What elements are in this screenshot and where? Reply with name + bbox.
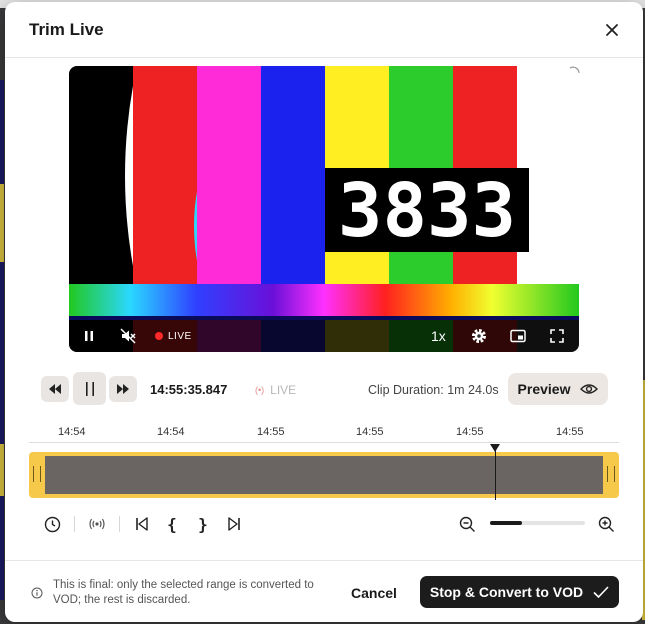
toolbar-divider — [119, 516, 120, 532]
mute-button[interactable] — [119, 320, 137, 352]
player-pause-button[interactable] — [81, 320, 97, 352]
trim-track[interactable] — [29, 444, 619, 500]
zoom-in-icon — [598, 516, 614, 532]
timeline-tick: 14:55 — [257, 426, 285, 438]
muted-speaker-icon — [120, 328, 136, 344]
video-frame: 3833 — [69, 66, 579, 352]
jump-to-start-button[interactable] — [132, 514, 152, 534]
trim-live-dialog: Trim Live 3833 LIVE 1x 14:55:35.847 (•) … — [5, 2, 643, 622]
pause-icon — [85, 331, 93, 341]
loading-spinner-icon — [569, 66, 580, 74]
jump-to-live-button[interactable] — [87, 514, 107, 534]
history-button[interactable] — [42, 514, 62, 534]
timeline-tick: 14:55 — [356, 426, 384, 438]
rewind-button[interactable] — [41, 376, 69, 402]
play-pause-button[interactable] — [73, 372, 106, 405]
stop-and-convert-label: Stop & Convert to VOD — [429, 584, 584, 600]
rewind-icon — [49, 384, 61, 394]
video-player[interactable]: 3833 LIVE 1x — [69, 66, 579, 352]
clock-icon — [44, 516, 60, 532]
selected-range[interactable] — [45, 456, 603, 494]
timeline-tick: 14:54 — [58, 426, 86, 438]
player-control-bar: LIVE 1x — [69, 320, 579, 352]
playback-speed-button[interactable]: 1x — [431, 320, 446, 352]
zoom-slider-fill — [490, 521, 523, 525]
gear-icon — [472, 329, 486, 343]
playhead[interactable] — [490, 444, 500, 500]
backdrop-edge-left — [0, 80, 4, 600]
svg-text:3833: 3833 — [338, 168, 516, 254]
timeline-tick: 14:55 — [556, 426, 584, 438]
dialog-header: Trim Live — [5, 2, 643, 58]
live-signal-icon: (•) — [255, 385, 265, 395]
broadcast-icon — [89, 518, 105, 530]
fast-forward-button[interactable] — [109, 376, 137, 402]
skip-to-end-icon — [228, 517, 240, 531]
set-out-point-button[interactable]: } — [193, 514, 213, 534]
toolbar-divider — [74, 516, 75, 532]
clip-duration: Clip Duration: 1m 24.0s — [368, 383, 499, 397]
timeline-tick: 14:54 — [157, 426, 185, 438]
dialog-title: Trim Live — [29, 20, 104, 39]
info-icon — [31, 587, 43, 599]
eye-icon — [580, 384, 599, 394]
zoom-slider[interactable] — [490, 521, 585, 525]
clock-digits: 3833 — [338, 168, 516, 254]
checkmark-icon — [593, 586, 609, 598]
playback-speed-label: 1x — [431, 328, 446, 344]
set-in-point-button[interactable]: { — [162, 514, 182, 534]
picture-in-picture-button[interactable] — [509, 320, 527, 352]
timeline-ruler: 14:54 14:54 14:55 14:55 14:55 14:55 — [29, 426, 619, 446]
close-icon — [606, 24, 618, 36]
fullscreen-button[interactable] — [549, 320, 565, 352]
player-live-label: LIVE — [168, 330, 192, 342]
live-status-label: LIVE — [270, 383, 297, 397]
picture-in-picture-icon — [510, 329, 526, 343]
close-button[interactable] — [601, 19, 623, 41]
dialog-footer: This is final: only the selected range i… — [5, 560, 643, 622]
trim-end-handle[interactable] — [607, 466, 615, 482]
preview-button[interactable]: Preview — [508, 373, 608, 405]
timeline-ruler-line — [29, 442, 619, 443]
settings-button[interactable] — [470, 320, 488, 352]
fullscreen-icon — [550, 329, 564, 343]
jump-to-end-button[interactable] — [224, 514, 244, 534]
fast-forward-icon — [117, 384, 129, 394]
playhead-marker-icon — [490, 444, 500, 452]
zoom-out-icon — [459, 516, 475, 532]
preview-button-label: Preview — [517, 381, 571, 397]
timeline-tick: 14:55 — [456, 426, 484, 438]
zoom-in-button[interactable] — [596, 514, 616, 534]
final-warning-note: This is final: only the selected range i… — [53, 579, 314, 606]
pause-icon — [85, 381, 94, 396]
zoom-out-button[interactable] — [457, 514, 477, 534]
cancel-button[interactable]: Cancel — [351, 585, 397, 601]
open-brace-icon: { — [167, 514, 177, 534]
skip-to-start-icon — [136, 517, 148, 531]
live-status[interactable]: (•) LIVE — [255, 383, 296, 397]
stop-and-convert-button[interactable]: Stop & Convert to VOD — [420, 576, 619, 608]
current-timecode: 14:55:35.847 — [150, 382, 228, 397]
player-live-indicator: LIVE — [155, 320, 192, 352]
trim-start-handle[interactable] — [33, 466, 41, 482]
live-dot-icon — [155, 332, 163, 340]
close-brace-icon: } — [198, 514, 208, 534]
